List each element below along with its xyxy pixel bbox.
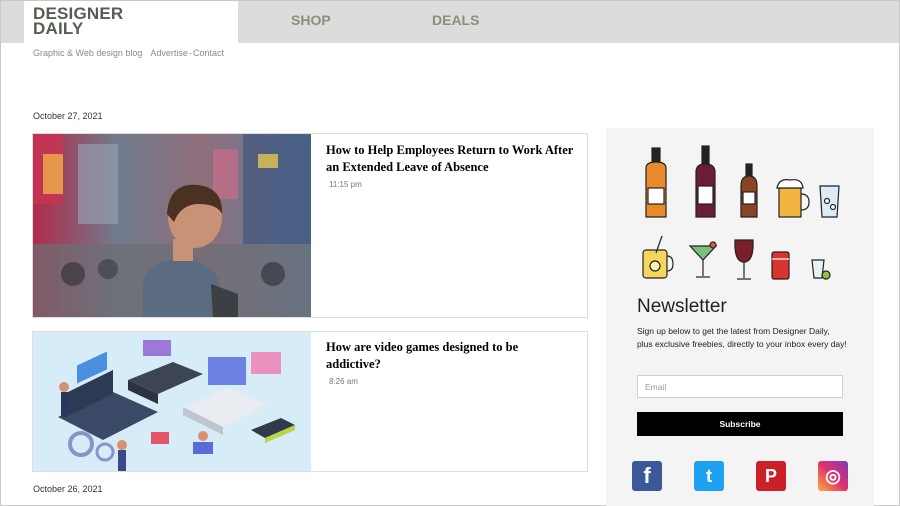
logo-line-2: DAILY (33, 19, 84, 38)
contact-link[interactable]: Contact (193, 48, 224, 58)
post-time: 11:15 pm (329, 180, 362, 189)
advertise-link[interactable]: Advertise (150, 48, 188, 58)
shot-glass-icon (811, 259, 831, 280)
drinks-illustration (642, 145, 840, 280)
whiskey-bottle-icon (645, 147, 667, 218)
post-title[interactable]: How to Help Employees Return to Work Aft… (326, 142, 576, 175)
newsletter-description: Sign up below to get the latest from Des… (637, 326, 847, 349)
post-time: 8:26 am (329, 377, 358, 386)
post-thumbnail-employee[interactable] (33, 134, 311, 317)
email-input[interactable] (637, 375, 843, 398)
isometric-gaming-illustration (33, 332, 311, 471)
cocktail-glass-icon (688, 241, 718, 278)
site-logo[interactable]: DESIGNER DAILY (33, 5, 123, 38)
post-date: October 27, 2021 (33, 111, 103, 121)
water-glass-icon (819, 185, 840, 218)
post-date: October 26, 2021 (33, 484, 103, 494)
tagline-bar: Graphic & Web design blog Advertise-Cont… (33, 48, 224, 58)
nav-deals-link[interactable]: DEALS (432, 12, 479, 28)
tagline-text: Graphic & Web design blog (33, 48, 143, 58)
lemonade-jar-icon (642, 235, 674, 279)
twitter-icon[interactable]: t (694, 461, 724, 491)
post-thumbnail-video-games[interactable] (33, 332, 311, 471)
newsletter-title: Newsletter (637, 296, 727, 317)
post-card[interactable]: How are video games designed to be addic… (32, 331, 588, 472)
instagram-icon[interactable]: ◎ (818, 461, 848, 491)
newsletter-sidebar: Newsletter Sign up below to get the late… (606, 128, 874, 506)
link-separator: - (188, 48, 192, 58)
post-card[interactable]: How to Help Employees Return to Work Aft… (32, 133, 588, 318)
beer-mug-icon (776, 179, 810, 218)
wine-bottle-icon (695, 145, 716, 218)
pinterest-icon[interactable]: P (756, 461, 786, 491)
soda-can-icon (771, 251, 790, 280)
city-street-photo (33, 134, 311, 317)
subscribe-button[interactable]: Subscribe (637, 412, 843, 436)
facebook-icon[interactable]: f (632, 461, 662, 491)
top-navigation-bar: DESIGNER DAILY SHOP DEALS (1, 1, 899, 43)
post-title[interactable]: How are video games designed to be addic… (326, 339, 576, 372)
beer-bottle-icon (740, 163, 758, 218)
logo-container[interactable]: DESIGNER DAILY (24, 1, 238, 43)
wine-glass-icon (734, 239, 754, 280)
nav-shop-link[interactable]: SHOP (291, 12, 331, 28)
